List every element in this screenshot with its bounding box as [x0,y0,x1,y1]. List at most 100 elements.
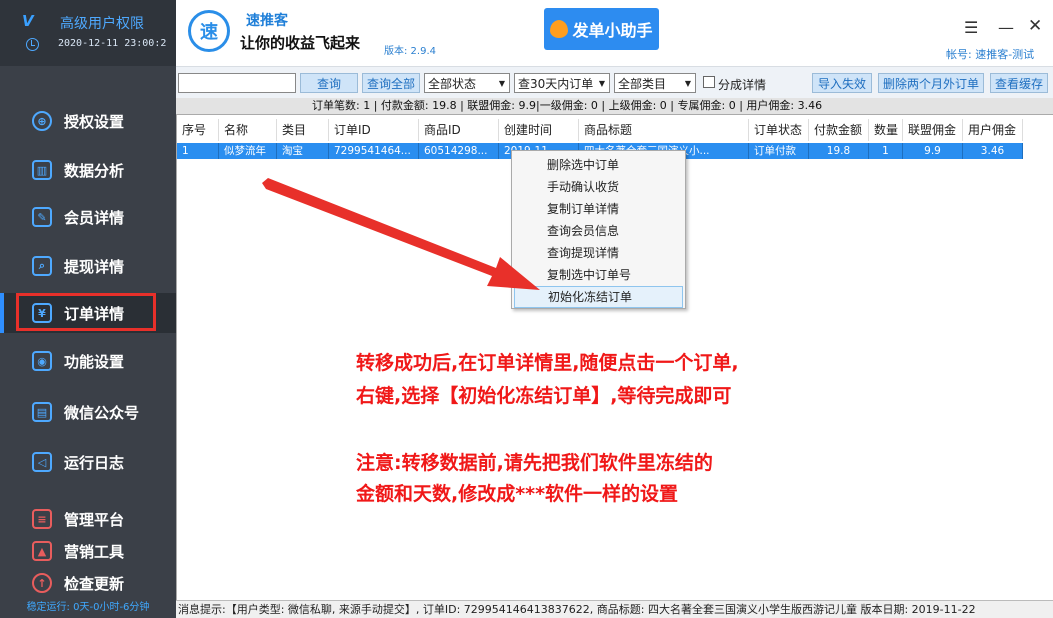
column-header[interactable]: 订单状态 [749,119,809,141]
column-header[interactable]: 创建时间 [499,119,579,141]
menu-item-confirm-receipt[interactable]: 手动确认收货 [514,176,683,198]
sidebar-item-wechat-official[interactable]: ▤ 微信公众号 [0,392,176,432]
sidebar-item-label: 管理平台 [64,510,125,529]
red-highlight-box [16,293,156,331]
sidebar-item-label: 提现详情 [64,257,125,276]
order-assistant-button[interactable]: 发单小助手 [544,8,659,50]
sidebar-item-withdraw-details[interactable]: ⌕ 提现详情 [0,246,176,286]
search-grid-icon: ⌕ [32,256,52,276]
menu-item-copy-order-number[interactable]: 复制选中订单号 [514,264,683,286]
table-cell: 1 [869,143,903,159]
table-cell: 似梦流年 [219,143,277,159]
flame-icon [550,20,569,38]
status-select[interactable]: 全部状态 ▼ [424,73,510,93]
table-header: 序号 名称 类目 订单ID 商品ID 创建时间 商品标题 订单状态 付款金额 数… [177,119,1023,141]
order-assistant-label: 发单小助手 [572,21,653,40]
menu-item-delete-selected[interactable]: 删除选中订单 [514,154,683,176]
sidebar-item-label: 授权设置 [64,112,125,131]
sidebar-item-label: 功能设置 [64,352,125,371]
menu-item-query-member[interactable]: 查询会员信息 [514,220,683,242]
sidebar-item-label: 微信公众号 [64,403,140,422]
platform-icon: ≡ [32,509,52,529]
app-logo-icon: 速 [188,10,230,52]
chevron-down-icon: ▼ [598,78,606,88]
table-cell: 9.9 [903,143,963,159]
column-header[interactable]: 名称 [219,119,277,141]
status-bar: 消息提示:【用户类型: 微信私聊, 来源手动提交】, 订单ID: 7299541… [176,600,1053,618]
annotation-line-1: 转移成功后,在订单详情里,随便点击一个订单, [356,352,739,374]
vip-logo-icon: V [22,12,34,30]
column-header[interactable]: 商品标题 [579,119,749,141]
sidebar-item-run-log[interactable]: ◁ 运行日志 [0,442,176,482]
query-button[interactable]: 查询 [300,73,358,93]
edit-icon: ✎ [32,207,52,227]
annotation-line-4: 金额和天数,修改成***软件一样的设置 [356,483,679,505]
category-select[interactable]: 全部类目 ▼ [614,73,696,93]
context-menu: 删除选中订单 手动确认收货 复制订单详情 查询会员信息 查询提现详情 复制选中订… [511,150,686,309]
order-summary: 订单笔数: 1 | 付款金额: 19.8 | 联盟佣金: 9.9|一级佣金: 0… [176,98,1053,114]
column-header[interactable]: 付款金额 [809,119,869,141]
column-header[interactable]: 类目 [277,119,329,141]
query-all-button[interactable]: 查询全部 [362,73,420,93]
split-detail-label: 分成详情 [718,78,767,92]
import-failed-button[interactable]: 导入失效 [812,73,872,93]
app-slogan: 让你的收益飞起来 [240,34,361,52]
sidebar-item-order-details[interactable]: ¥ 订单详情 [0,293,176,333]
table-cell: 3.46 [963,143,1023,159]
sidebar-item-member-details[interactable]: ✎ 会员详情 [0,197,176,237]
app-version: 版本: 2.9.4 [384,46,436,57]
status-select-value: 全部状态 [428,76,477,91]
delete-old-orders-button[interactable]: 删除两个月外订单 [878,73,984,93]
printer-icon: ▤ [32,402,52,422]
category-select-value: 全部类目 [618,76,667,91]
annotation-line-2: 右键,选择【初始化冻结订单】,等待完成即可 [356,385,732,407]
table-cell: 7299541464... [329,143,419,159]
runtime-status: 稳定运行: 0天-0小时-6分钟 [26,602,150,613]
sidebar-item-label: 营销工具 [64,542,125,561]
menu-item-query-withdraw[interactable]: 查询提现详情 [514,242,683,264]
table-cell: 19.8 [809,143,869,159]
close-icon[interactable]: ✕ [1028,16,1042,36]
wechat-icon: ◉ [32,351,52,371]
sidebar-item-label: 会员详情 [64,208,125,227]
sidebar-item-auth-settings[interactable]: ⊕ 授权设置 [0,101,176,141]
minimize-icon[interactable]: — [998,18,1014,37]
date-range-select[interactable]: 查30天内订单 ▼ [514,73,610,93]
column-header[interactable]: 数量 [869,119,903,141]
user-level-title: 高级用户权限 [60,16,144,32]
view-cache-button[interactable]: 查看缓存 [990,73,1048,93]
column-header[interactable]: 用户佣金 [963,119,1023,141]
sidebar-item-label: 数据分析 [64,161,125,180]
split-detail-checkbox[interactable] [703,76,715,88]
table-cell: 订单付款 [749,143,809,159]
marketing-chart-icon: ▲ [32,541,52,561]
sidebar-item-check-update[interactable]: ↑ 检查更新 [0,563,176,603]
current-datetime: 2020-12-11 23:00:2 [58,38,167,49]
date-range-select-value: 查30天内订单 [518,76,594,91]
clock-icon [26,38,39,51]
speaker-icon: ◁ [32,452,52,472]
chevron-down-icon: ▼ [684,78,692,88]
chevron-down-icon: ▼ [498,78,506,88]
menu-item-copy-order-details[interactable]: 复制订单详情 [514,198,683,220]
globe-icon: ⊕ [32,111,52,131]
chart-icon: ▥ [32,160,52,180]
search-input[interactable] [178,73,296,93]
sidebar-item-data-analysis[interactable]: ▥ 数据分析 [0,150,176,190]
column-header[interactable]: 商品ID [419,119,499,141]
account-label: 帐号: 速推客-测试 [946,48,1035,61]
column-header[interactable]: 序号 [177,119,219,141]
sidebar-header: V 高级用户权限 2020-12-11 23:00:2 [0,0,176,66]
menu-icon[interactable]: ☰ [964,18,978,37]
sidebar: V 高级用户权限 2020-12-11 23:00:2 ⊕ 授权设置 ▥ 数据分… [0,0,176,618]
app-name: 速推客 [246,13,288,29]
sidebar-item-label: 运行日志 [64,453,125,472]
table-cell: 淘宝 [277,143,329,159]
table-cell: 60514298... [419,143,499,159]
sidebar-item-function-settings[interactable]: ◉ 功能设置 [0,341,176,381]
active-indicator [0,293,4,333]
column-header[interactable]: 联盟佣金 [903,119,963,141]
column-header[interactable]: 订单ID [329,119,419,141]
update-icon: ↑ [32,573,52,593]
menu-item-init-frozen-order[interactable]: 初始化冻结订单 [514,286,683,308]
